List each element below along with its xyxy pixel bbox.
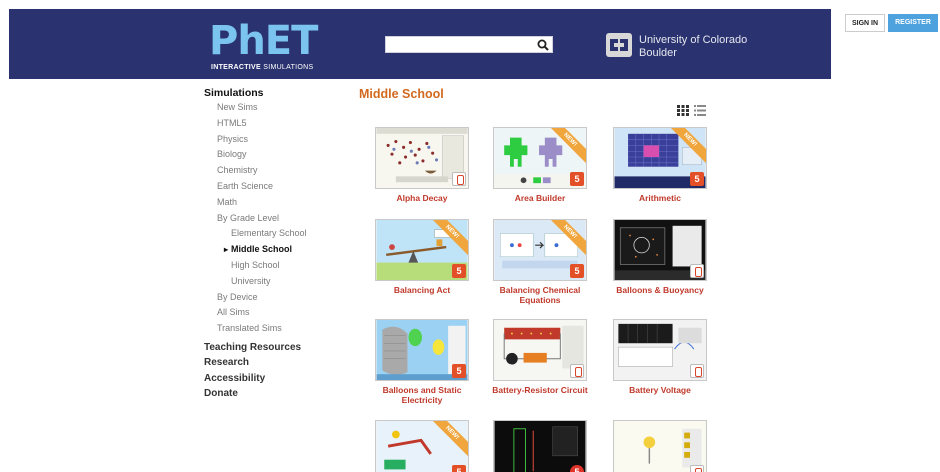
logo-tagline: INTERACTIVE SIMULATIONS — [211, 64, 314, 71]
html5-badge-icon — [570, 172, 584, 186]
university-logo[interactable]: University of Colorado Boulder — [605, 31, 765, 63]
html5-badge-icon — [452, 264, 466, 278]
sidebar-item-html5[interactable]: HTML5 — [204, 116, 344, 132]
sidebar-section-teaching-resources[interactable]: Teaching Resources — [204, 340, 344, 356]
java-badge-icon — [690, 264, 704, 278]
search-input[interactable] — [385, 36, 553, 53]
sidebar-item-by-grade-level[interactable]: By Grade Level — [204, 211, 344, 227]
sidebar-item-new-sims[interactable]: New Sims — [204, 100, 344, 116]
sidebar-item-translated-sims[interactable]: Translated Sims — [204, 321, 344, 337]
html5-badge-icon — [570, 264, 584, 278]
sim-thumbnail[interactable] — [613, 219, 707, 281]
register-button[interactable]: REGISTER — [888, 14, 938, 32]
sidebar-item-middle-school[interactable]: Middle School — [204, 242, 344, 258]
sidebar-heading[interactable]: Simulations — [204, 86, 344, 100]
sim-thumbnail[interactable] — [375, 319, 469, 381]
sim-title[interactable]: Balloons and Static Electricity — [367, 385, 477, 405]
sim-title[interactable]: Alpha Decay — [367, 193, 477, 203]
sim-thumbnail[interactable] — [613, 319, 707, 381]
sim-thumbnail[interactable]: NEW! — [375, 219, 469, 281]
sim-title[interactable]: Arithmetic — [605, 193, 715, 203]
view-toggle — [677, 105, 709, 117]
site-header: PhET INTERACTIVE SIMULATIONS University … — [9, 9, 831, 79]
cu-emblem-icon — [606, 33, 632, 57]
sim-thumbnail[interactable] — [493, 319, 587, 381]
sidebar-section-research[interactable]: Research — [204, 355, 344, 371]
sim-thumbnail[interactable]: NEW! — [493, 219, 587, 281]
sidebar-section-donate[interactable]: Donate — [204, 386, 344, 402]
sidebar-item-elementary-school[interactable]: Elementary School — [204, 226, 344, 242]
search-icon[interactable] — [536, 38, 550, 52]
html5-badge-icon — [452, 465, 466, 472]
sign-in-button[interactable]: SIGN IN — [845, 14, 885, 32]
html5-badge-icon — [452, 364, 466, 378]
sim-thumbnail[interactable] — [613, 420, 707, 472]
sidebar-item-earth-science[interactable]: Earth Science — [204, 179, 344, 195]
html5-badge-icon — [690, 172, 704, 186]
list-view-icon[interactable] — [694, 105, 706, 116]
sidebar-item-by-device[interactable]: By Device — [204, 290, 344, 306]
sim-thumbnail[interactable]: NEW! — [613, 127, 707, 189]
sim-thumbnail[interactable]: NEW! — [493, 127, 587, 189]
page-title: Middle School — [359, 87, 444, 101]
sidebar-item-biology[interactable]: Biology — [204, 147, 344, 163]
sim-title[interactable]: Balloons & Buoyancy — [605, 285, 715, 295]
sidebar-nav: Simulations New Sims HTML5 Physics Biolo… — [204, 86, 344, 402]
sidebar-item-university[interactable]: University — [204, 274, 344, 290]
logo-wordmark: PhET — [209, 18, 318, 64]
university-name: University of Colorado Boulder — [639, 34, 748, 59]
phet-logo[interactable]: PhET INTERACTIVE SIMULATIONS — [209, 19, 334, 79]
sidebar-item-math[interactable]: Math — [204, 195, 344, 211]
sim-title[interactable]: Balancing Act — [367, 285, 477, 295]
sim-thumbnail[interactable]: NEW! — [375, 420, 469, 472]
sim-title[interactable]: Balancing Chemical Equations — [485, 285, 595, 305]
java-badge-icon — [570, 364, 584, 378]
sidebar-item-high-school[interactable]: High School — [204, 258, 344, 274]
java-badge-icon — [690, 465, 704, 472]
sim-title[interactable]: Area Builder — [485, 193, 595, 203]
sidebar-item-chemistry[interactable]: Chemistry — [204, 163, 344, 179]
flash-badge-icon — [570, 465, 584, 472]
sim-title[interactable]: Battery-Resistor Circuit — [485, 385, 595, 395]
sidebar-section-accessibility[interactable]: Accessibility — [204, 371, 344, 387]
java-badge-icon — [690, 364, 704, 378]
sim-thumbnail[interactable] — [493, 420, 587, 472]
sidebar-item-all-sims[interactable]: All Sims — [204, 305, 344, 321]
grid-view-icon[interactable] — [677, 105, 689, 116]
sidebar-item-physics[interactable]: Physics — [204, 132, 344, 148]
java-badge-icon — [452, 172, 466, 186]
sim-thumbnail[interactable] — [375, 127, 469, 189]
sim-title[interactable]: Battery Voltage — [605, 385, 715, 395]
